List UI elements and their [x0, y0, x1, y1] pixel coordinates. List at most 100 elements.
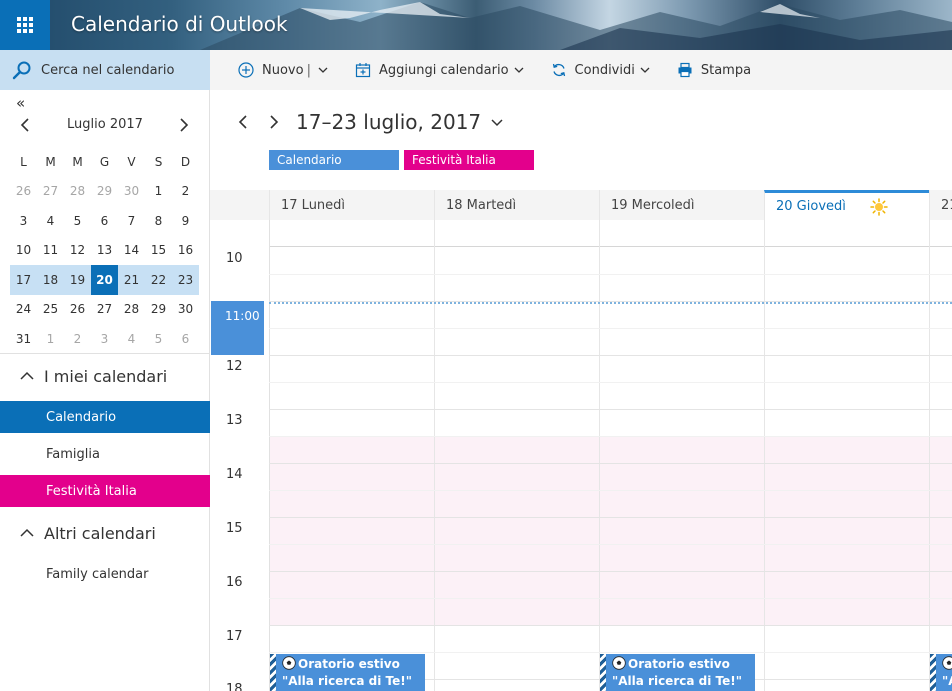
mini-calendar-day[interactable]: 25 — [37, 295, 64, 325]
mini-calendar-day[interactable]: 30 — [172, 295, 199, 325]
mini-calendar-day[interactable]: 31 — [10, 324, 37, 354]
mini-calendar-day[interactable]: 28 — [118, 295, 145, 325]
mini-calendar: L M M G V S D 26 27 28 29 30 1 2 3 4 5 6… — [10, 147, 199, 354]
mini-calendar-day[interactable]: 28 — [64, 177, 91, 207]
mini-calendar-day[interactable]: 15 — [145, 236, 172, 266]
calendar-item-family-calendar[interactable]: Family calendar — [0, 558, 210, 590]
half-hour-line — [269, 490, 952, 491]
mini-calendar-day[interactable]: 12 — [64, 236, 91, 266]
previous-week-icon[interactable] — [235, 114, 251, 130]
calendar-event[interactable]: Oratorio estivo "Alla ricerca di Te!" — [270, 654, 425, 691]
soccer-ball-icon — [282, 656, 296, 670]
other-calendars-heading: Altri calendari — [44, 523, 156, 543]
day-header-wednesday[interactable]: 19 Mercoledì — [599, 190, 764, 220]
next-month-icon[interactable] — [176, 117, 192, 133]
mini-calendar-day[interactable]: 6 — [91, 206, 118, 236]
mini-calendar-day[interactable]: 29 — [91, 177, 118, 207]
mini-calendar-day[interactable]: 14 — [118, 236, 145, 266]
mini-calendar-today[interactable]: 20 — [91, 265, 118, 295]
mini-calendar-day[interactable]: 1 — [37, 324, 64, 354]
hour-line — [269, 409, 952, 410]
add-circle-icon — [238, 62, 254, 78]
chevron-down-icon — [514, 67, 524, 73]
calendar-item-calendario[interactable]: Calendario — [0, 401, 210, 433]
day-header-monday[interactable]: 17 Lunedì — [269, 190, 434, 220]
mini-calendar-day[interactable]: 3 — [91, 324, 118, 354]
next-week-icon[interactable] — [266, 114, 282, 130]
mini-calendar-day[interactable]: 10 — [10, 236, 37, 266]
divider — [0, 353, 209, 354]
mini-calendar-day[interactable]: 4 — [37, 206, 64, 236]
half-hour-line — [269, 274, 952, 275]
calendar-event[interactable]: Oratorio estivo "Alla ricerca di Te!" — [600, 654, 755, 691]
my-calendars-group-header[interactable]: I miei calendari — [0, 361, 209, 391]
mini-calendar-day[interactable]: 13 — [91, 236, 118, 266]
mini-calendar-day[interactable]: 7 — [118, 206, 145, 236]
day-header-friday[interactable]: 21 — [929, 190, 952, 220]
mini-calendar-day[interactable]: 27 — [37, 177, 64, 207]
new-button[interactable]: Nuovo | — [238, 62, 328, 78]
calendar-item-festivita-italia[interactable]: Festività Italia — [0, 475, 210, 507]
mini-calendar-day[interactable]: 11 — [37, 236, 64, 266]
print-button[interactable]: Stampa — [677, 62, 751, 78]
mini-calendar-day[interactable]: 22 — [145, 265, 172, 295]
my-calendars-heading: I miei calendari — [44, 366, 168, 386]
mini-calendar-day[interactable]: 19 — [64, 265, 91, 295]
mini-calendar-day[interactable]: 26 — [10, 177, 37, 207]
hour-line — [269, 571, 952, 572]
day-header-today[interactable]: 20 Giovedì — [764, 190, 929, 220]
mini-calendar-day[interactable]: 18 — [37, 265, 64, 295]
day-column-divider — [929, 220, 930, 691]
mini-calendar-day[interactable]: 9 — [172, 206, 199, 236]
calendar-event[interactable]: Oratorio estivo "Alla ricerca di Te!" — [930, 654, 952, 691]
mini-calendar-day[interactable]: 2 — [172, 177, 199, 207]
printer-icon — [678, 62, 692, 78]
mini-calendar-selected-week: 17 18 19 20 21 22 23 — [10, 265, 199, 295]
mini-calendar-week: 26 27 28 29 30 1 2 — [10, 177, 199, 207]
mini-calendar-day[interactable]: 8 — [145, 206, 172, 236]
mini-calendar-day[interactable]: 5 — [64, 206, 91, 236]
mini-calendar-day[interactable]: 23 — [172, 265, 199, 295]
weekday-label: M — [45, 154, 56, 169]
mini-calendar-day[interactable]: 6 — [172, 324, 199, 354]
mini-calendar-day[interactable]: 1 — [145, 177, 172, 207]
hour-line — [269, 625, 952, 626]
mini-calendar-day[interactable]: 30 — [118, 177, 145, 207]
holidays-filter-pill[interactable]: Festività Italia — [404, 150, 534, 170]
calendar-filter-pill[interactable]: Calendario — [269, 150, 399, 170]
mini-calendar-day[interactable]: 2 — [64, 324, 91, 354]
mini-calendar-day[interactable]: 29 — [145, 295, 172, 325]
app-header: Calendario di Outlook — [0, 0, 952, 50]
calendar-item-famiglia[interactable]: Famiglia — [0, 438, 210, 470]
mini-calendar-day[interactable]: 3 — [10, 206, 37, 236]
mini-calendar-day[interactable]: 4 — [118, 324, 145, 354]
waffle-icon — [17, 17, 33, 33]
new-button-label: Nuovo — [262, 62, 304, 78]
mini-calendar-day[interactable]: 5 — [145, 324, 172, 354]
weekday-label: M — [72, 154, 83, 169]
all-day-row[interactable] — [269, 220, 952, 247]
mini-calendar-day[interactable]: 16 — [172, 236, 199, 266]
date-range-label: 17–23 luglio, 2017 — [296, 110, 482, 134]
share-button[interactable]: Condividi — [551, 62, 650, 78]
search-input[interactable]: Cerca nel calendario — [0, 50, 210, 90]
share-label: Condividi — [574, 62, 635, 78]
hour-label: 17 — [226, 629, 243, 644]
other-calendars-group-header[interactable]: Altri calendari — [0, 518, 209, 548]
mini-calendar-day[interactable]: 21 — [118, 265, 145, 295]
chevron-down-icon[interactable] — [318, 65, 328, 75]
mini-calendar-day[interactable]: 24 — [10, 295, 37, 325]
calendar-item-label: Famiglia — [46, 446, 100, 462]
hour-line — [269, 517, 952, 518]
mini-calendar-day[interactable]: 26 — [64, 295, 91, 325]
mini-calendar-day[interactable]: 27 — [91, 295, 118, 325]
week-time-grid[interactable]: 10 11:00 12 13 14 15 16 17 18 Oratorio e… — [210, 220, 952, 691]
app-launcher-button[interactable] — [0, 0, 50, 50]
mini-calendar-day[interactable]: 17 — [10, 265, 37, 295]
add-calendar-button[interactable]: Aggiungi calendario — [355, 62, 524, 78]
date-range-picker[interactable]: 17–23 luglio, 2017 — [296, 110, 503, 134]
left-navigation-pane: « Luglio 2017 L M M G V S D 26 27 28 29 … — [0, 90, 210, 691]
hour-label: 10 — [226, 251, 243, 266]
day-header-tuesday[interactable]: 18 Martedì — [434, 190, 599, 220]
collapse-pane-icon[interactable]: « — [16, 94, 25, 112]
